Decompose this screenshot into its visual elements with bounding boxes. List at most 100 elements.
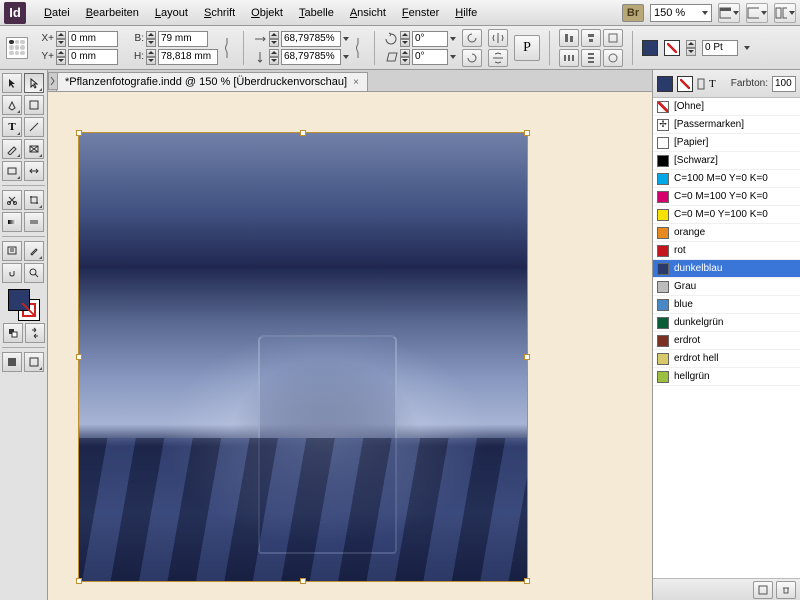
swatch-row[interactable]: [Papier]	[653, 134, 800, 152]
stroke-color-swatch[interactable]	[18, 299, 40, 321]
panel-stroke-swatch[interactable]	[677, 76, 693, 92]
resize-handle-tm[interactable]	[300, 130, 306, 136]
flip-vertical-button[interactable]	[488, 49, 508, 67]
menu-fenster[interactable]: Fenster	[394, 4, 447, 22]
height-input[interactable]	[158, 49, 218, 65]
scale-x-spinner[interactable]	[269, 31, 279, 47]
distribute-button-2[interactable]	[581, 49, 601, 67]
swatch-row[interactable]: erdrot	[653, 332, 800, 350]
swatch-row[interactable]: C=100 M=0 Y=0 K=0	[653, 170, 800, 188]
resize-handle-ml[interactable]	[76, 354, 82, 360]
align-button-3[interactable]	[603, 29, 623, 47]
x-input[interactable]	[68, 31, 118, 47]
screen-mode-button[interactable]	[746, 3, 768, 23]
y-input[interactable]	[68, 49, 118, 65]
arrange-documents-button[interactable]	[774, 3, 796, 23]
select-container-button[interactable]: P	[514, 35, 540, 61]
flip-horizontal-button[interactable]	[488, 29, 508, 47]
resize-handle-bm[interactable]	[300, 578, 306, 584]
swatch-row[interactable]: hellgrün	[653, 368, 800, 386]
width-input[interactable]	[158, 31, 208, 47]
swatch-row[interactable]: C=0 M=0 Y=100 K=0	[653, 206, 800, 224]
stroke-weight-spinner[interactable]	[686, 40, 696, 56]
rotate-input[interactable]	[412, 31, 448, 47]
swatch-row[interactable]: orange	[653, 224, 800, 242]
panel-fill-swatch[interactable]	[657, 76, 673, 92]
resize-handle-tr[interactable]	[524, 130, 530, 136]
scale-y-input[interactable]	[281, 49, 341, 65]
document-tab[interactable]: *Pflanzenfotografie.indd @ 150 % [Überdr…	[56, 72, 368, 91]
scale-x-input[interactable]	[281, 31, 341, 47]
menu-tabelle[interactable]: Tabelle	[291, 4, 342, 22]
rectangle-tool[interactable]	[2, 161, 22, 181]
apply-color-button[interactable]	[2, 352, 22, 372]
page-tool[interactable]	[24, 95, 44, 115]
type-format-icon[interactable]: T	[709, 78, 716, 90]
type-tool[interactable]: T	[2, 117, 22, 137]
rotate-spinner[interactable]	[400, 31, 410, 47]
rectangle-frame-tool[interactable]	[24, 139, 44, 159]
x-spinner[interactable]	[56, 31, 66, 47]
menu-datei[interactable]: Datei	[36, 4, 78, 22]
swatch-row[interactable]: C=0 M=100 Y=0 K=0	[653, 188, 800, 206]
chevron-down-icon[interactable]	[744, 46, 750, 50]
fill-swatch-control[interactable]	[642, 40, 658, 56]
view-options-button[interactable]	[718, 3, 740, 23]
stroke-weight-input[interactable]	[702, 40, 738, 56]
rotate-cw-button[interactable]	[462, 49, 482, 67]
zoom-tool[interactable]	[24, 263, 44, 283]
swatch-row-none[interactable]: [Ohne]	[653, 98, 800, 116]
pencil-tool[interactable]	[2, 139, 22, 159]
toolbox-collapse-grip[interactable]	[48, 72, 58, 90]
swatch-row[interactable]: dunkelgrün	[653, 314, 800, 332]
bridge-badge[interactable]: Br	[622, 4, 644, 22]
delete-swatch-button[interactable]	[776, 581, 796, 599]
height-spinner[interactable]	[146, 49, 156, 65]
swatch-row[interactable]: rot	[653, 242, 800, 260]
eyedropper-tool[interactable]	[24, 241, 44, 261]
swatch-row[interactable]: [Passermarken]	[653, 116, 800, 134]
menu-schrift[interactable]: Schrift	[196, 4, 243, 22]
menu-bearbeiten[interactable]: Bearbeiten	[78, 4, 147, 22]
default-fill-stroke-button[interactable]	[3, 323, 23, 343]
selection-tool[interactable]	[2, 73, 22, 93]
note-tool[interactable]	[2, 241, 22, 261]
formatting-container-icon[interactable]	[697, 78, 705, 90]
gradient-feather-tool[interactable]	[24, 212, 44, 232]
resize-handle-mr[interactable]	[524, 354, 530, 360]
constrain-link-icon[interactable]	[224, 34, 234, 62]
direct-selection-tool[interactable]	[24, 73, 44, 93]
selected-image-frame[interactable]	[78, 132, 528, 582]
free-transform-tool[interactable]	[24, 190, 44, 210]
stroke-swatch-control[interactable]	[664, 40, 680, 56]
tint-input[interactable]	[772, 76, 796, 92]
scissors-tool[interactable]	[2, 190, 22, 210]
menu-ansicht[interactable]: Ansicht	[342, 4, 394, 22]
shear-input[interactable]	[412, 49, 448, 65]
zoom-dropdown[interactable]: 150 %	[650, 4, 712, 22]
chevron-down-icon[interactable]	[450, 37, 456, 41]
constrain-scale-icon[interactable]	[355, 34, 365, 62]
width-spinner[interactable]	[146, 31, 156, 47]
swatch-row[interactable]: erdrot hell	[653, 350, 800, 368]
line-tool[interactable]	[24, 117, 44, 137]
resize-handle-tl[interactable]	[76, 130, 82, 136]
scale-y-spinner[interactable]	[269, 49, 279, 65]
resize-handle-bl[interactable]	[76, 578, 82, 584]
menu-layout[interactable]: Layout	[147, 4, 196, 22]
align-button-2[interactable]	[581, 29, 601, 47]
distribute-button-1[interactable]	[559, 49, 579, 67]
reference-point-selector[interactable]	[6, 37, 28, 59]
gradient-swatch-tool[interactable]	[2, 212, 22, 232]
view-mode-button[interactable]	[24, 352, 44, 372]
shear-spinner[interactable]	[400, 49, 410, 65]
gap-tool[interactable]	[24, 161, 44, 181]
distribute-button-3[interactable]	[603, 49, 623, 67]
rotate-ccw-button[interactable]	[462, 29, 482, 47]
y-spinner[interactable]	[56, 49, 66, 65]
menu-hilfe[interactable]: Hilfe	[447, 4, 485, 22]
swap-fill-stroke-button[interactable]	[25, 323, 45, 343]
pen-tool[interactable]	[2, 95, 22, 115]
canvas[interactable]	[48, 92, 652, 600]
swatch-row[interactable]: [Schwarz]	[653, 152, 800, 170]
